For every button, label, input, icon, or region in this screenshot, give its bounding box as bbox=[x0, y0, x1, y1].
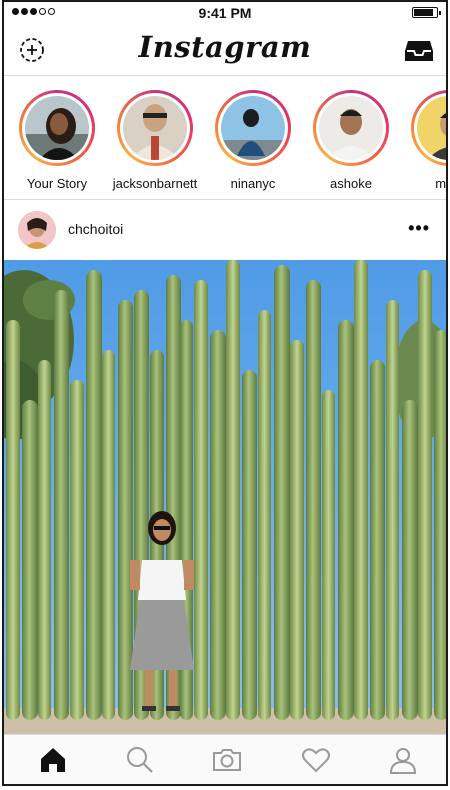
battery-icon bbox=[412, 7, 441, 18]
story-label: Your Story bbox=[26, 176, 88, 191]
avatar[interactable] bbox=[18, 211, 56, 249]
status-time: 9:41 PM bbox=[198, 5, 252, 21]
search-icon[interactable] bbox=[125, 745, 155, 775]
cactus-column bbox=[38, 360, 51, 720]
cactus-column bbox=[226, 260, 240, 720]
avatar bbox=[25, 96, 89, 160]
story-ninanyc[interactable]: ninanyc bbox=[204, 90, 302, 191]
story-minz[interactable]: minz bbox=[400, 90, 446, 191]
story-jacksonbarnett[interactable]: jacksonbarnett bbox=[106, 90, 204, 191]
cactus-column bbox=[194, 280, 208, 720]
cactus-column bbox=[54, 290, 69, 720]
cactus-column bbox=[258, 310, 271, 720]
cactus-column bbox=[86, 270, 102, 720]
post-username[interactable]: chchoitoi bbox=[68, 221, 123, 237]
top-nav-bar: Instagram bbox=[4, 24, 446, 76]
cactus-column bbox=[118, 300, 133, 720]
cactus-column bbox=[338, 320, 354, 720]
cactus-column bbox=[434, 330, 446, 720]
avatar bbox=[319, 96, 383, 160]
cactus-column bbox=[354, 260, 368, 720]
story-ashoke[interactable]: ashoke bbox=[302, 90, 400, 191]
inbox-icon[interactable] bbox=[404, 38, 434, 64]
cactus-column bbox=[322, 390, 335, 720]
post-photo[interactable] bbox=[4, 260, 446, 738]
post-header: chchoitoi ••• bbox=[4, 200, 446, 260]
story-label: ashoke bbox=[330, 176, 372, 191]
camera-icon[interactable] bbox=[212, 745, 242, 775]
heart-icon[interactable] bbox=[301, 745, 331, 775]
cactus-column bbox=[6, 320, 20, 720]
avatar bbox=[417, 96, 446, 160]
cactus-column bbox=[418, 270, 432, 720]
cactus-column bbox=[402, 400, 418, 720]
story-label: jacksonbarnett bbox=[112, 176, 198, 191]
cactus-column bbox=[290, 340, 304, 720]
phone-frame: 9:41 PM Instagram Your Story jacksonbarn… bbox=[2, 0, 448, 786]
story-your-story[interactable]: Your Story bbox=[8, 90, 106, 191]
cactus-column bbox=[102, 350, 115, 720]
cactus-column bbox=[22, 400, 38, 720]
cactus-column bbox=[370, 360, 385, 720]
story-label: minz bbox=[435, 176, 446, 191]
cactus-column bbox=[274, 265, 290, 720]
cactus-column bbox=[70, 380, 84, 720]
status-bar: 9:41 PM bbox=[4, 2, 446, 24]
story-label: ninanyc bbox=[230, 176, 276, 191]
bottom-tab-bar bbox=[4, 734, 446, 784]
more-options-icon[interactable]: ••• bbox=[408, 218, 430, 239]
cactus-column bbox=[306, 280, 321, 720]
home-icon[interactable] bbox=[38, 745, 68, 775]
cactus-column bbox=[386, 300, 399, 720]
cactus-column bbox=[210, 330, 226, 720]
avatar bbox=[221, 96, 285, 160]
cactus-column bbox=[242, 370, 257, 720]
profile-icon[interactable] bbox=[388, 745, 418, 775]
app-logo: Instagram bbox=[138, 30, 312, 64]
stories-tray: Your Story jacksonbarnett ninanyc ashoke… bbox=[4, 76, 446, 200]
avatar bbox=[123, 96, 187, 160]
